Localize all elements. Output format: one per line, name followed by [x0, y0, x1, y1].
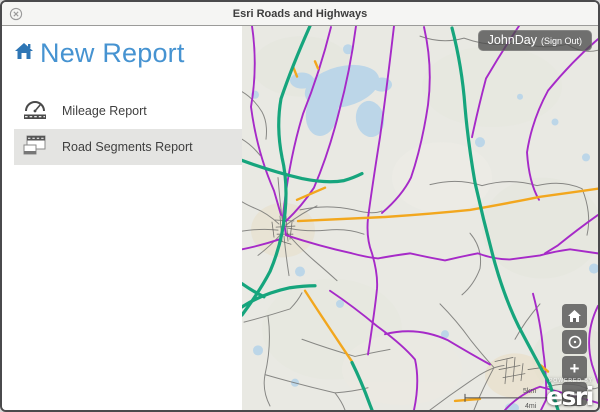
user-name: JohnDay	[488, 33, 537, 47]
home-report-icon	[12, 39, 36, 68]
locate-icon	[567, 334, 583, 350]
map-area: 5km 4mi JohnDay (Sign Out)	[242, 26, 598, 410]
page-title: New Report	[40, 38, 185, 69]
app-window: Esri Roads and Highways New Report	[0, 0, 600, 412]
panel-header: New Report	[12, 38, 242, 69]
user-sign-out-button[interactable]: JohnDay (Sign Out)	[478, 30, 592, 51]
map-controls: + −	[562, 304, 587, 406]
home-extent-button[interactable]	[562, 304, 587, 328]
report-panel: New Report Mileage Report	[2, 26, 242, 410]
report-item-label: Road Segments Report	[62, 140, 193, 154]
road-segments-icon	[22, 133, 48, 162]
report-item-mileage[interactable]: Mileage Report	[14, 93, 242, 129]
report-item-label: Mileage Report	[62, 104, 147, 118]
locate-button[interactable]	[562, 330, 587, 354]
report-item-road-segments[interactable]: Road Segments Report	[14, 129, 242, 165]
home-icon	[567, 309, 582, 323]
close-icon[interactable]	[9, 7, 23, 21]
zoom-in-button[interactable]: +	[562, 356, 587, 380]
title-bar: Esri Roads and Highways	[2, 2, 598, 26]
scale-km-label: 5km	[523, 388, 536, 395]
map-canvas[interactable]: 5km 4mi	[242, 26, 598, 410]
window-title: Esri Roads and Highways	[2, 8, 598, 20]
sign-out-label: (Sign Out)	[541, 36, 582, 46]
gauge-icon	[22, 98, 48, 125]
zoom-out-button[interactable]: −	[562, 382, 587, 406]
scale-mi-label: 4mi	[525, 403, 537, 410]
